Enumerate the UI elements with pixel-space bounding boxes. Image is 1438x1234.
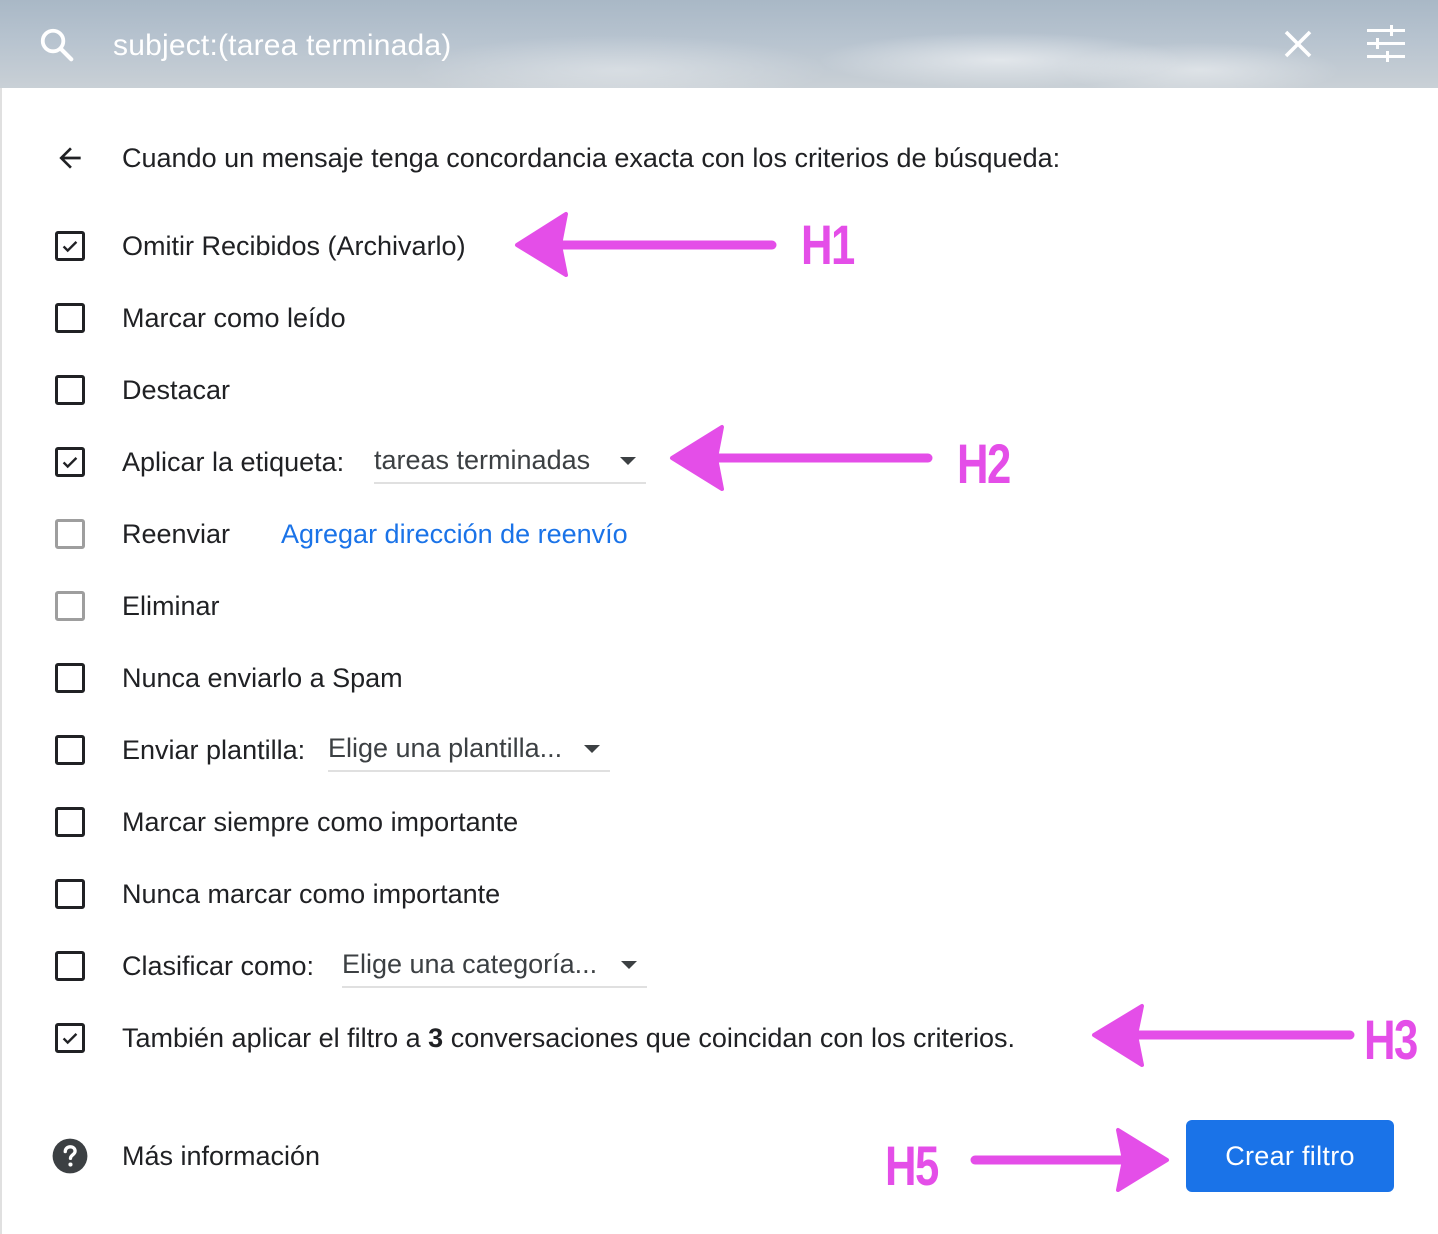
option-mark-read: Marcar como leído bbox=[0, 292, 1438, 344]
search-bar: subject:(tarea terminada) bbox=[0, 0, 1438, 88]
forward-label: Reenviar bbox=[122, 519, 231, 549]
annotation-label-h2: H2 bbox=[957, 432, 1011, 495]
option-never-important: Nunca marcar como importante bbox=[0, 868, 1438, 920]
option-never-spam: Nunca enviarlo a Spam bbox=[0, 652, 1438, 704]
always-important-label: Marcar siempre como importante bbox=[122, 807, 519, 837]
annotation-label-h3: H3 bbox=[1364, 1008, 1418, 1071]
apply-label-label: Aplicar la etiqueta: bbox=[122, 447, 345, 477]
option-star: Destacar bbox=[0, 364, 1438, 416]
tune-icon[interactable] bbox=[1364, 24, 1408, 64]
category-select[interactable]: Elige una categoría... bbox=[342, 944, 647, 988]
chevron-down-icon bbox=[621, 961, 637, 969]
search-input[interactable]: subject:(tarea terminada) bbox=[113, 24, 452, 68]
category-select-value: Elige una categoría... bbox=[342, 949, 598, 979]
option-send-template: Enviar plantilla: Elige una plantilla... bbox=[0, 724, 1438, 776]
option-skip-inbox: Omitir Recibidos (Archivarlo) bbox=[0, 220, 1438, 272]
never-spam-checkbox[interactable] bbox=[55, 663, 85, 693]
label-select[interactable]: tareas terminadas bbox=[374, 440, 646, 484]
skip-inbox-label: Omitir Recibidos (Archivarlo) bbox=[122, 231, 466, 261]
back-arrow-icon[interactable] bbox=[54, 142, 86, 174]
categorize-checkbox[interactable] bbox=[55, 951, 85, 981]
option-always-important: Marcar siempre como importante bbox=[0, 796, 1438, 848]
close-icon[interactable] bbox=[1280, 26, 1316, 62]
annotation-label-h5: H5 bbox=[885, 1134, 939, 1197]
option-apply-existing: También aplicar el filtro a 3 conversaci… bbox=[0, 1012, 1438, 1064]
chevron-down-icon bbox=[620, 457, 636, 465]
send-template-label: Enviar plantilla: bbox=[122, 735, 306, 765]
apply-label-checkbox[interactable] bbox=[55, 447, 85, 477]
add-forwarding-address-link[interactable]: Agregar dirección de reenvío bbox=[281, 516, 628, 552]
always-important-checkbox[interactable] bbox=[55, 807, 85, 837]
never-spam-label: Nunca enviarlo a Spam bbox=[122, 663, 403, 693]
categorize-label: Clasificar como: bbox=[122, 951, 315, 981]
mark-read-checkbox[interactable] bbox=[55, 303, 85, 333]
chevron-down-icon bbox=[584, 745, 600, 753]
option-apply-label: Aplicar la etiqueta: tareas terminadas bbox=[0, 436, 1438, 488]
delete-label: Eliminar bbox=[122, 591, 220, 621]
option-categorize: Clasificar como: Elige una categoría... bbox=[0, 940, 1438, 992]
option-delete: Eliminar bbox=[0, 580, 1438, 632]
never-important-checkbox[interactable] bbox=[55, 879, 85, 909]
checkmark-icon bbox=[62, 1033, 78, 1045]
star-label: Destacar bbox=[122, 375, 231, 405]
more-info-link[interactable]: Más información bbox=[122, 1138, 320, 1174]
checkmark-icon bbox=[62, 241, 78, 253]
matching-count: 3 bbox=[428, 1023, 444, 1053]
help-icon[interactable] bbox=[51, 1137, 89, 1175]
filter-heading: Cuando un mensaje tenga concordancia exa… bbox=[122, 143, 1061, 173]
star-checkbox[interactable] bbox=[55, 375, 85, 405]
apply-existing-text-before: También aplicar el filtro a bbox=[122, 1023, 421, 1053]
apply-existing-checkbox[interactable] bbox=[55, 1023, 85, 1053]
never-important-label: Nunca marcar como importante bbox=[122, 879, 501, 909]
apply-existing-text-after: conversaciones que coincidan con los cri… bbox=[450, 1023, 1016, 1053]
checkmark-icon bbox=[62, 457, 78, 469]
forward-checkbox[interactable] bbox=[55, 519, 85, 549]
template-select-value: Elige una plantilla... bbox=[328, 733, 563, 763]
search-icon[interactable] bbox=[38, 26, 76, 64]
delete-checkbox[interactable] bbox=[55, 591, 85, 621]
apply-existing-label: También aplicar el filtro a 3 conversaci… bbox=[122, 1020, 1015, 1056]
option-forward: Reenviar Agregar dirección de reenvío bbox=[0, 508, 1438, 560]
create-filter-button[interactable]: Crear filtro bbox=[1186, 1120, 1394, 1192]
mark-read-label: Marcar como leído bbox=[122, 303, 346, 333]
label-select-value: tareas terminadas bbox=[374, 445, 591, 475]
send-template-checkbox[interactable] bbox=[55, 735, 85, 765]
template-select[interactable]: Elige una plantilla... bbox=[328, 728, 610, 772]
skip-inbox-checkbox[interactable] bbox=[55, 231, 85, 261]
annotation-label-h1: H1 bbox=[801, 213, 855, 276]
